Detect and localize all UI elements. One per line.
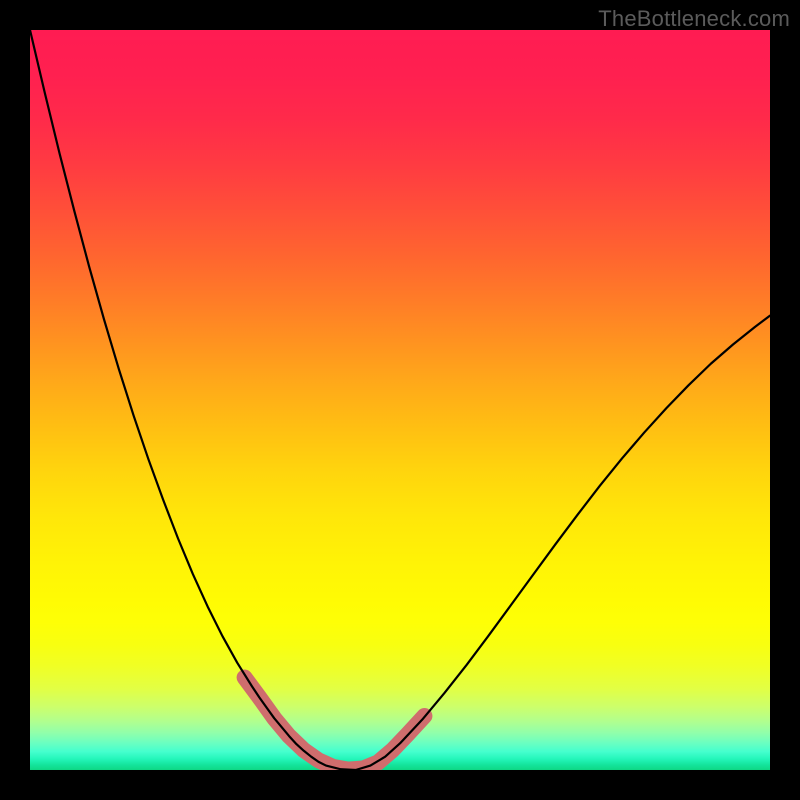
bottleneck-curve-path	[30, 30, 770, 770]
curve-layer	[30, 30, 770, 770]
chart-frame: TheBottleneck.com	[0, 0, 800, 800]
plot-area	[30, 30, 770, 770]
watermark-text: TheBottleneck.com	[598, 6, 790, 32]
